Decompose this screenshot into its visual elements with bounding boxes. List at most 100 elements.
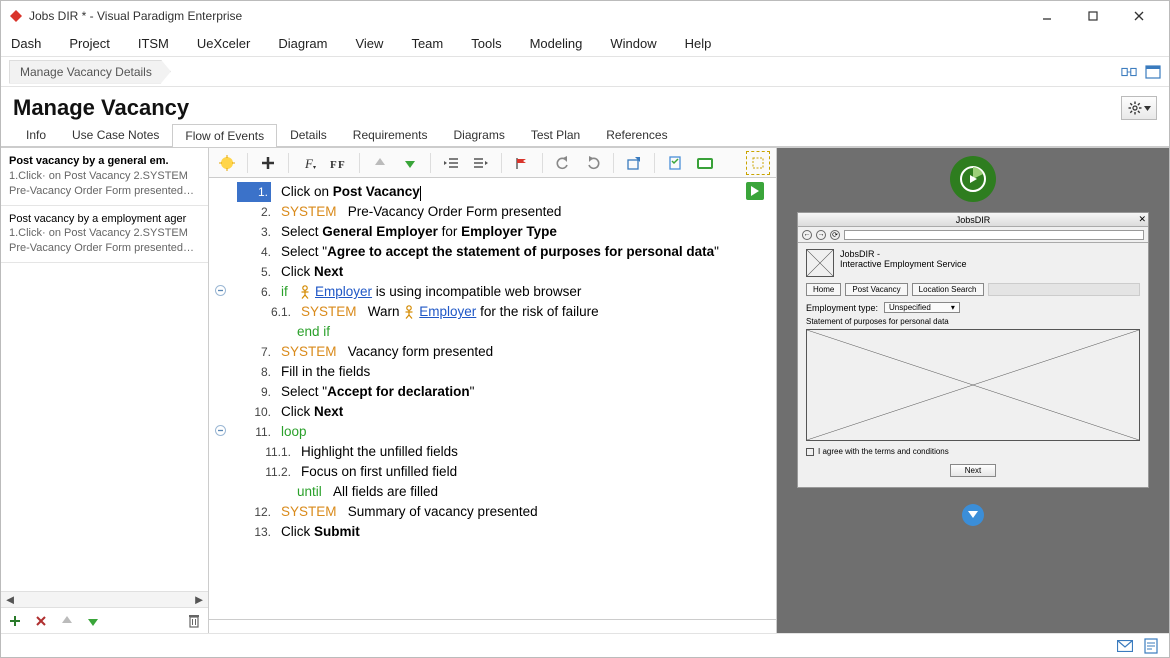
indent-button[interactable] [469,151,493,175]
italic-format-button[interactable]: F [297,151,321,175]
flow-step[interactable]: until All fields are filled [209,482,768,502]
step-text: Select "Accept for declaration" [281,382,764,402]
minimize-button[interactable] [1025,2,1069,30]
flow-step[interactable]: 7.SYSTEM Vacancy form presented [209,342,768,362]
undo-button[interactable] [551,151,575,175]
menu-view[interactable]: View [355,36,383,51]
tab-diagrams[interactable]: Diagrams [440,123,517,146]
scroll-down-icon[interactable] [962,504,984,526]
step-text: loop [281,422,764,442]
flow-step[interactable]: 10.Click Next [209,402,768,422]
scenario-item[interactable]: Post vacancy by a general em. 1.Click· o… [1,148,208,206]
flow-editor-pane: F FF 1.Click on [209,148,777,633]
window-title: Jobs DIR * - Visual Paradigm Enterprise [29,9,1025,23]
add-button[interactable] [256,151,280,175]
menu-help[interactable]: Help [685,36,712,51]
menu-team[interactable]: Team [411,36,443,51]
menu-tools[interactable]: Tools [471,36,501,51]
menubar: Dash Project ITSM UeXceler Diagram View … [1,31,1169,57]
tab-use-case-notes[interactable]: Use Case Notes [59,123,172,146]
move-down-button[interactable] [85,613,101,629]
step-text: Highlight the unfilled fields [301,442,764,462]
step-number: 5. [237,262,271,282]
flow-step[interactable]: 5. Click Next [209,262,768,282]
tab-references[interactable]: References [593,123,680,146]
step-text: if Employer is using incompatible web br… [281,282,764,302]
flow-step[interactable]: 12.SYSTEM Summary of vacancy presented [209,502,768,522]
menu-project[interactable]: Project [69,36,109,51]
wireframe-logo-icon [950,156,996,202]
step-text: SYSTEM Warn Employer for the risk of fai… [301,302,764,322]
flow-step[interactable]: 4. Select "Agree to accept the statement … [209,242,768,262]
step-text: Select "Agree to accept the statement of… [281,242,764,262]
flow-step[interactable]: 11.2.Focus on first unfilled field [209,462,768,482]
flow-step[interactable]: 6.1.SYSTEM Warn Employer for the risk of… [209,302,768,322]
flow-step[interactable]: 1.Click on Post Vacancy [209,182,768,202]
collapse-toggle[interactable] [213,285,227,296]
panel-toggle-icon[interactable] [1145,64,1161,80]
note-icon[interactable] [1143,638,1159,654]
flow-step[interactable]: 3.Select General Employer for Employer T… [209,222,768,242]
tab-test-plan[interactable]: Test Plan [518,123,593,146]
remove-scenario-button[interactable] [33,613,49,629]
add-scenario-button[interactable] [7,613,23,629]
tab-flow-of-events[interactable]: Flow of Events [172,124,277,147]
test-button[interactable] [663,151,687,175]
menu-modeling[interactable]: Modeling [530,36,583,51]
close-button[interactable] [1117,2,1161,30]
step-number: 11.1. [237,442,291,462]
menu-uexceler[interactable]: UeXceler [197,36,250,51]
step-text: Click Next [281,262,764,282]
scenarios-pane: Post vacancy by a general em. 1.Click· o… [1,148,209,633]
editor-toolbar: F FF [209,148,776,178]
menu-dash[interactable]: Dash [11,36,41,51]
clear-format-button[interactable]: FF [327,151,351,175]
scenarios-scrollbar[interactable]: ◄► [1,591,208,607]
play-step-button[interactable] [746,182,764,200]
step-number: 12. [237,502,271,522]
flow-step[interactable]: 13.Click Submit [209,522,768,542]
menu-itsm[interactable]: ITSM [138,36,169,51]
step-number: 3. [237,222,271,242]
flow-step[interactable]: end if [209,322,768,342]
tab-requirements[interactable]: Requirements [340,123,441,146]
wireframe-agree-checkbox [806,448,814,456]
redo-button[interactable] [581,151,605,175]
flow-step[interactable]: 8.Fill in the fields [209,362,768,382]
export-button[interactable] [622,151,646,175]
flow-step[interactable]: 11.loop [209,422,768,442]
settings-button[interactable] [1121,96,1157,120]
step-number: 4. [237,242,271,262]
flow-step[interactable]: 11.1. Highlight the unfilled fields [209,442,768,462]
step-number: 7. [237,342,271,362]
maximize-button[interactable] [1071,2,1115,30]
trash-button[interactable] [186,613,202,629]
tab-info[interactable]: Info [13,123,59,146]
step-down-button[interactable] [398,151,422,175]
mail-icon[interactable] [1117,638,1133,654]
step-text: until All fields are filled [297,482,764,502]
flow-step[interactable]: 9.Select "Accept for declaration" [209,382,768,402]
breadcrumb[interactable]: Manage Vacancy Details [9,60,171,84]
step-up-button[interactable] [368,151,392,175]
flag-button[interactable] [510,151,534,175]
scenario-item[interactable]: Post vacancy by a employment ager 1.Clic… [1,206,208,264]
move-up-button[interactable] [59,613,75,629]
switch-pane-icon[interactable] [1121,64,1137,80]
flow-step[interactable]: 2.SYSTEM Pre-Vacancy Order Form presente… [209,202,768,222]
menu-diagram[interactable]: Diagram [278,36,327,51]
wireframe-button[interactable] [693,151,717,175]
wireframe-employment-type-select: Unspecified▾ [884,302,960,313]
tab-details[interactable]: Details [277,123,340,146]
flow-step[interactable]: 6.if Employer is using incompatible web … [209,282,768,302]
outdent-button[interactable] [439,151,463,175]
menu-window[interactable]: Window [610,36,656,51]
step-number: 1. [237,182,271,202]
flow-editor[interactable]: 1.Click on Post Vacancy2.SYSTEM Pre-Vaca… [209,178,776,619]
wireframe-preview[interactable]: JobsDIR✕ ← → ⟳ JobsDIR - Interactive Emp… [797,212,1149,488]
new-step-button[interactable] [215,151,239,175]
svg-text:F: F [338,159,345,170]
collapse-toggle[interactable] [213,425,227,436]
wireframe-close-icon: ✕ [1138,214,1146,225]
selection-tool-button[interactable] [746,151,770,175]
